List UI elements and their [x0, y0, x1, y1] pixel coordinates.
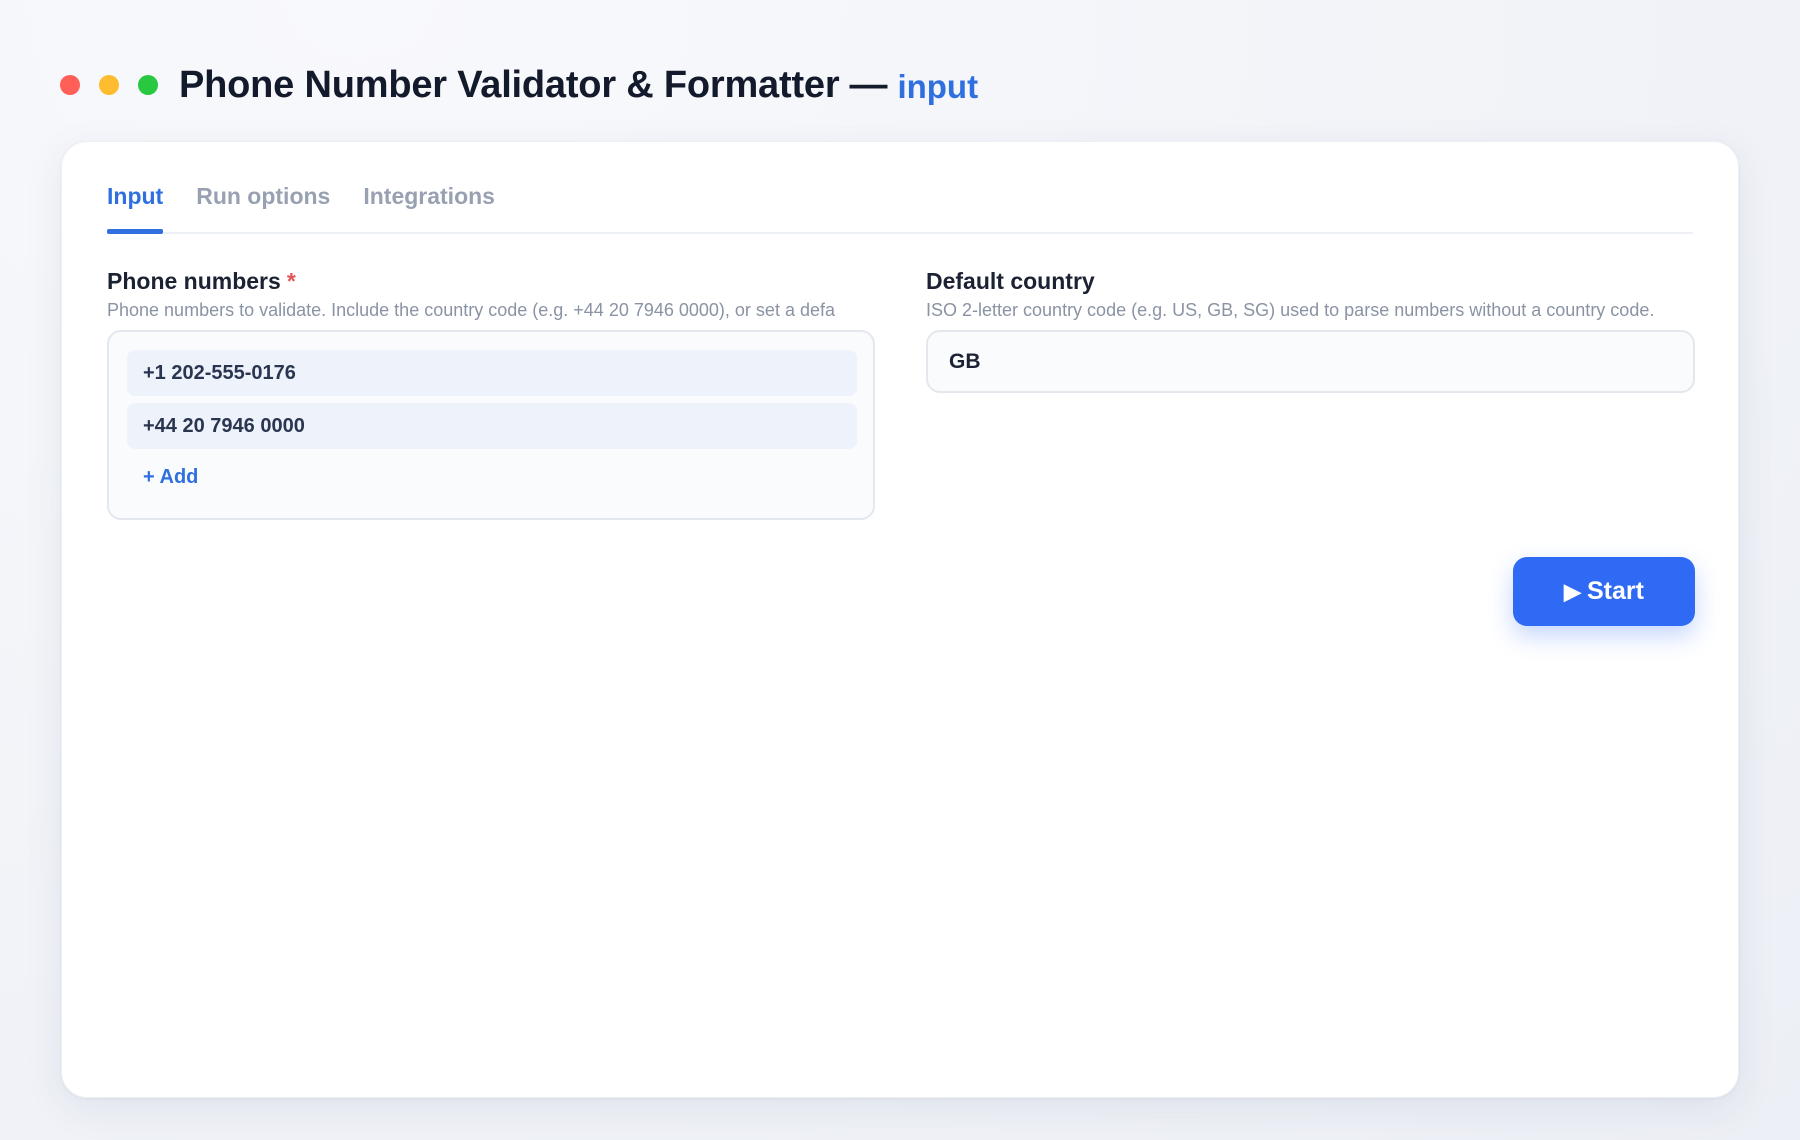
tab-run-options[interactable]: Run options — [196, 183, 330, 232]
default-country-label: Default country — [926, 268, 1095, 294]
play-icon: ▶ — [1564, 578, 1581, 604]
title-separator: — — [849, 63, 888, 106]
phone-numbers-list: +1 202-555-0176 +44 20 7946 0000 + Add — [107, 330, 875, 520]
phone-numbers-help: Phone numbers to validate. Include the c… — [107, 300, 835, 320]
phone-number-item[interactable]: +44 20 7946 0000 — [127, 403, 857, 449]
title-mode: input — [897, 68, 979, 105]
phone-numbers-label-text: Phone numbers — [107, 268, 281, 294]
default-country-help: ISO 2-letter country code (e.g. US, GB, … — [926, 300, 1655, 320]
phone-numbers-label: Phone numbers * — [107, 268, 296, 295]
window-titlebar: Phone Number Validator & Formatter — inp… — [60, 60, 978, 110]
add-phone-number-button[interactable]: + Add — [143, 466, 198, 489]
minimize-window-dot[interactable] — [99, 75, 119, 95]
phone-number-item[interactable]: +1 202-555-0176 — [127, 350, 857, 396]
tab-integrations[interactable]: Integrations — [363, 183, 495, 232]
required-marker: * — [286, 268, 296, 294]
close-window-dot[interactable] — [60, 75, 80, 95]
default-country-input[interactable] — [926, 330, 1695, 393]
input-card: Input Run options Integrations Phone num… — [61, 141, 1739, 1098]
start-button[interactable]: ▶ Start — [1513, 557, 1695, 626]
app-title: Phone Number Validator & Formatter — [179, 63, 840, 106]
maximize-window-dot[interactable] — [138, 75, 158, 95]
tab-input[interactable]: Input — [107, 183, 164, 234]
tab-bar: Input Run options Integrations — [107, 142, 1693, 234]
start-button-label: Start — [1586, 577, 1644, 605]
